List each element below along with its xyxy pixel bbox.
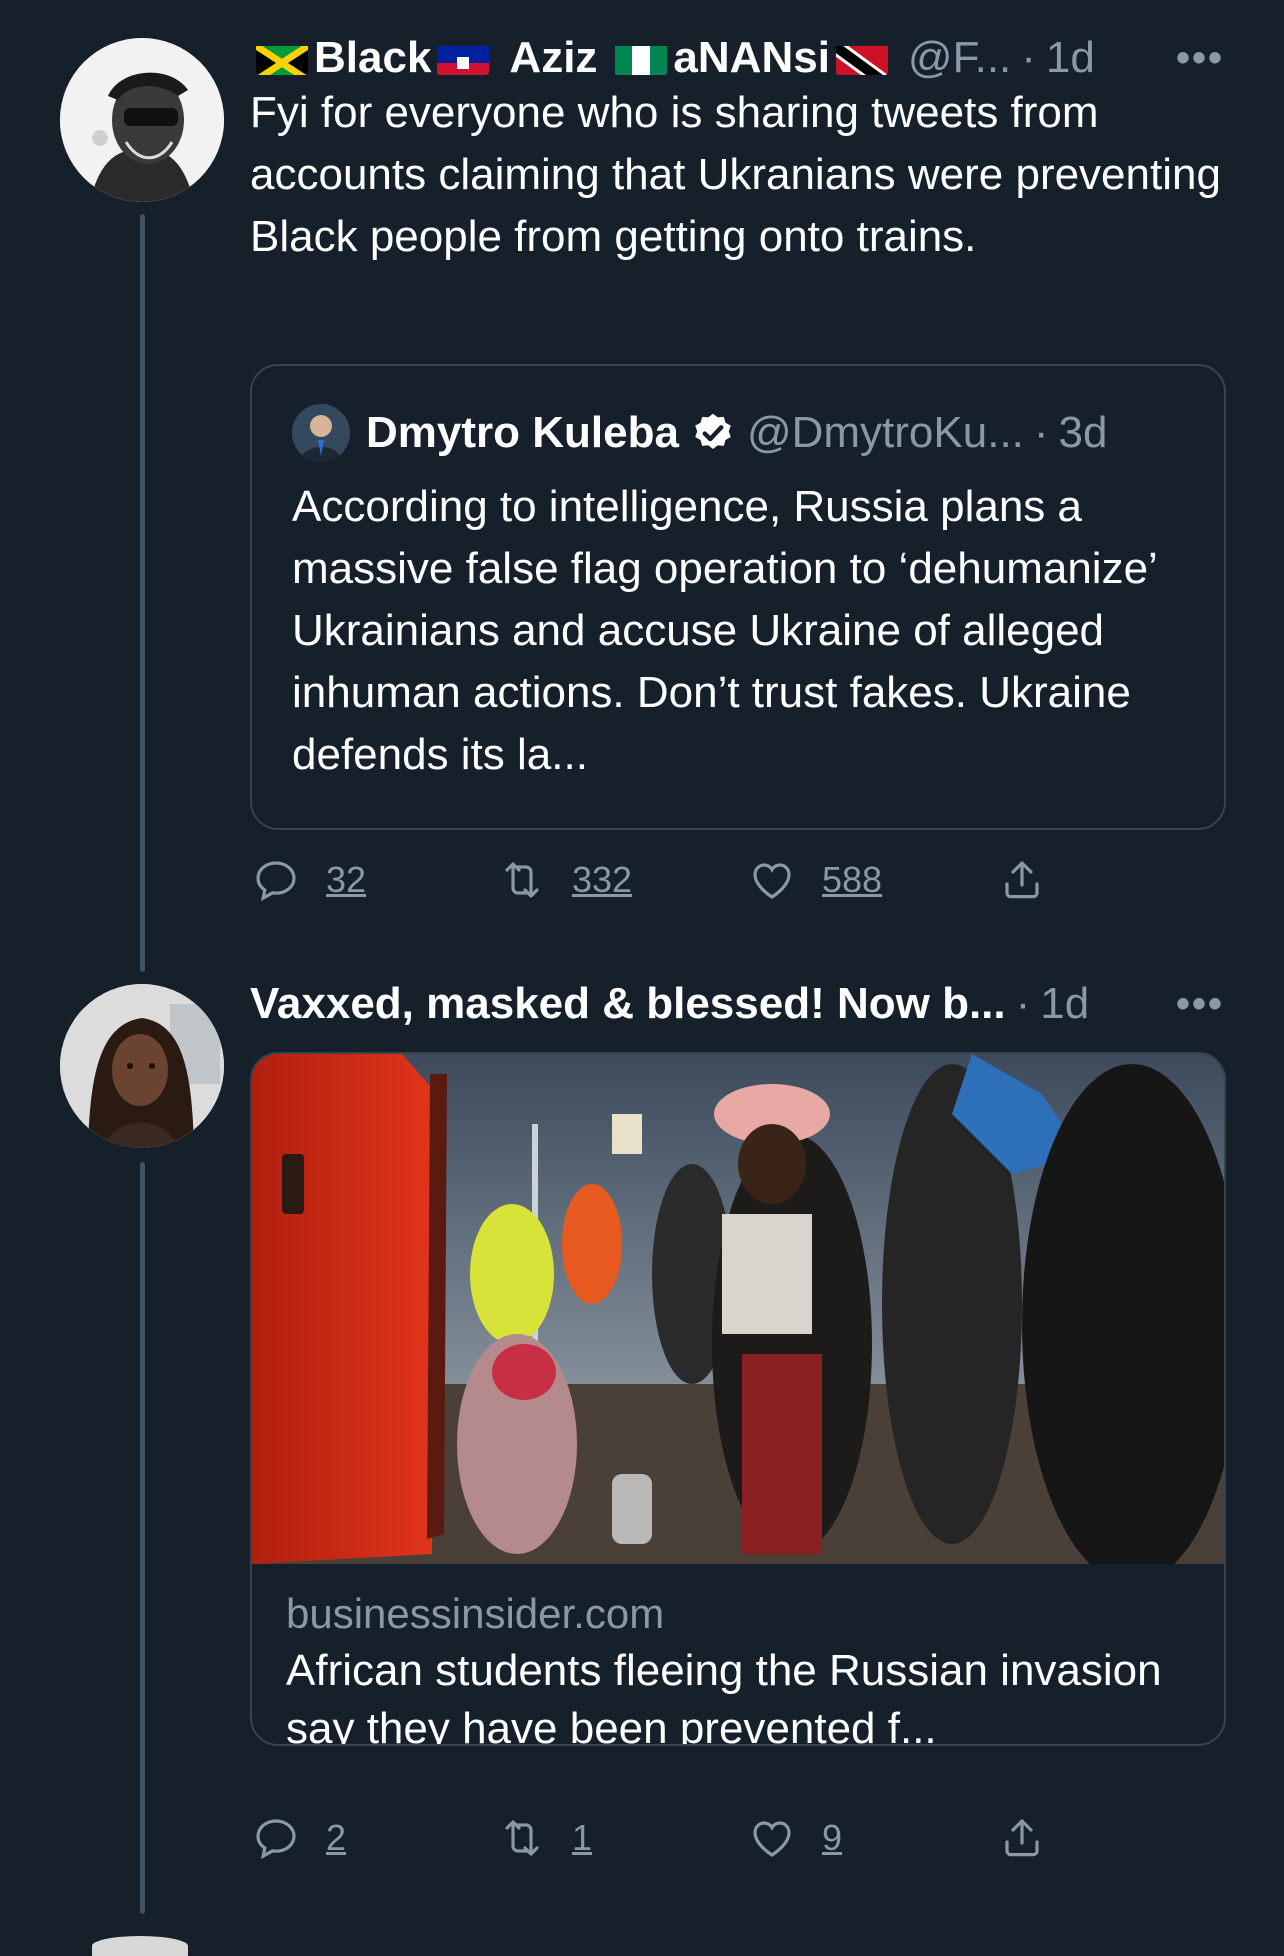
retweet-count: 332	[572, 859, 633, 900]
avatar[interactable]	[60, 984, 224, 1148]
quoted-avatar[interactable]	[292, 404, 350, 462]
reply-button[interactable]: 2	[252, 1814, 346, 1862]
tweet-1[interactable]: Black Aziz aNANsi @F... · 1d ••• Fyi for…	[0, 0, 1284, 972]
verified-icon	[691, 411, 735, 455]
timestamp[interactable]: 1d	[1046, 33, 1095, 83]
retweet-count: 1	[572, 1817, 593, 1858]
separator-dot: ·	[1033, 408, 1049, 457]
quoted-timestamp[interactable]: 3d	[1059, 408, 1108, 458]
card-domain: businessinsider.com	[286, 1590, 665, 1637]
avatar[interactable]	[60, 38, 224, 202]
quoted-display-name[interactable]: Dmytro Kuleba	[366, 408, 679, 458]
haiti-flag-icon	[437, 41, 490, 75]
link-card[interactable]: businessinsider.com African students fle…	[250, 1052, 1226, 1746]
tweet-2[interactable]: Vaxxed, masked & blessed! Now b... · 1d …	[0, 960, 1284, 1947]
timestamp[interactable]: 1d	[1040, 979, 1089, 1029]
like-count: 588	[822, 859, 883, 900]
handle[interactable]: @F...	[908, 33, 1011, 83]
share-button[interactable]	[998, 1814, 1046, 1862]
like-button[interactable]: 9	[748, 1814, 842, 1862]
like-count: 9	[822, 1817, 843, 1858]
share-icon	[1005, 1819, 1039, 1857]
next-tweet-avatar[interactable]	[92, 1936, 188, 1956]
reply-button[interactable]: 32	[252, 856, 366, 904]
jamaica-flag-icon	[256, 41, 308, 75]
retweet-icon	[505, 862, 539, 898]
reply-count: 32	[326, 859, 367, 900]
like-icon	[753, 1821, 791, 1857]
more-options-icon[interactable]: •••	[1176, 26, 1224, 90]
reply-count: 2	[326, 1817, 347, 1858]
display-name-part[interactable]: Aziz	[509, 33, 597, 83]
tweet-header: Vaxxed, masked & blessed! Now b... · 1d	[250, 972, 1224, 1036]
share-icon	[1005, 861, 1039, 899]
separator-dot: ·	[1021, 33, 1036, 82]
card-title: African students fleeing the Russian inv…	[286, 1646, 1162, 1746]
share-button[interactable]	[998, 856, 1046, 904]
retweet-button[interactable]: 332	[498, 856, 632, 904]
display-name-part[interactable]: aNANsi	[673, 33, 830, 83]
article-image	[252, 1054, 1224, 1584]
retweet-icon	[505, 1820, 539, 1856]
like-icon	[753, 863, 791, 899]
reply-icon	[256, 1819, 296, 1860]
quoted-tweet-text: According to intelligence, Russia plans …	[292, 482, 1157, 779]
thread-line	[140, 214, 145, 972]
quoted-handle[interactable]: @DmytroKu...	[747, 408, 1024, 458]
separator-dot: ·	[1015, 979, 1031, 1028]
more-options-icon[interactable]: •••	[1176, 972, 1224, 1036]
display-name-part[interactable]: Black	[314, 33, 431, 83]
tweet-header: Black Aziz aNANsi @F... · 1d	[250, 26, 1224, 90]
like-button[interactable]: 588	[748, 856, 882, 904]
reply-icon	[256, 861, 296, 902]
trinidad-flag-icon	[835, 41, 888, 75]
nigeria-flag-icon	[615, 41, 668, 75]
quoted-tweet-header: Dmytro Kuleba @DmytroKu... · 3d	[292, 404, 1194, 462]
thread-line	[140, 1162, 145, 1914]
retweet-button[interactable]: 1	[498, 1814, 592, 1862]
tweet-text: Fyi for everyone who is sharing tweets f…	[250, 88, 1221, 261]
quoted-tweet[interactable]: Dmytro Kuleba @DmytroKu... · 3d Accordin…	[250, 364, 1226, 830]
display-name[interactable]: Vaxxed, masked & blessed! Now b...	[250, 979, 1006, 1029]
